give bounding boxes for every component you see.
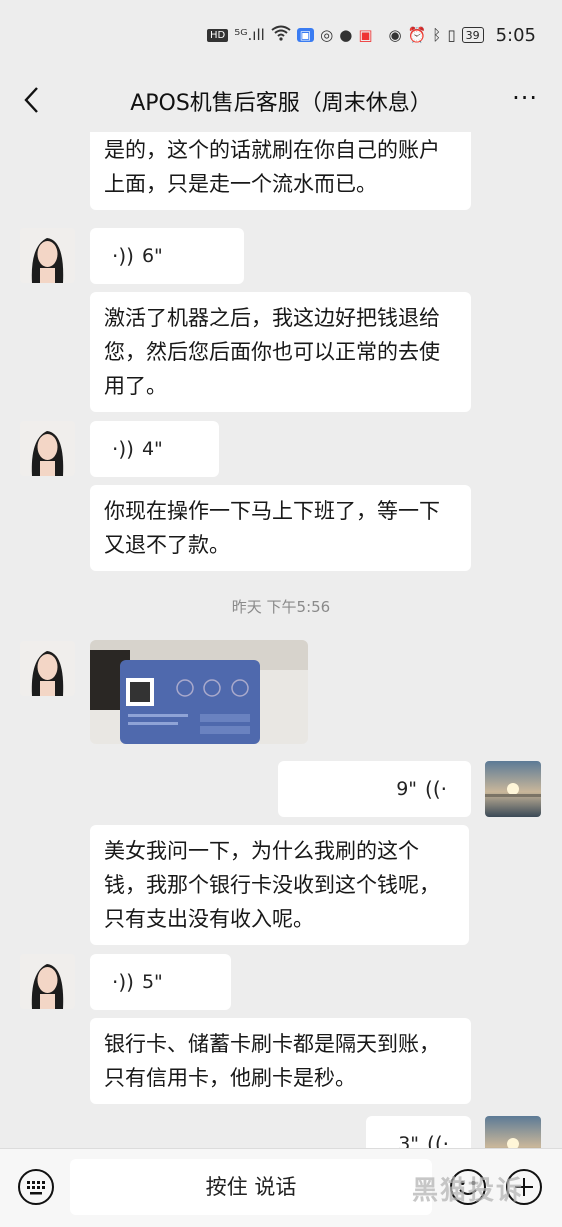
voice-wave-icon: ((· — [425, 777, 447, 801]
watermark-logo: 黑猫投诉 — [412, 1176, 525, 1206]
image-message[interactable] — [90, 640, 308, 744]
voice-wave-icon: ((· — [427, 1132, 449, 1148]
voice-wave-icon: ·)) — [112, 970, 134, 994]
message-bubble[interactable]: 是的，这个的话就刷在你自己的账户上面，只是走一个流水而已。 — [90, 132, 471, 210]
contact-avatar[interactable] — [20, 228, 75, 283]
message-bubble[interactable]: 银行卡、储蓄卡刷卡都是隔天到账，只有信用卡，他刷卡是秒。 — [90, 1018, 471, 1104]
bluetooth-icon: ᛒ — [432, 26, 442, 44]
vibrate-icon: ▯ — [447, 26, 456, 44]
hd-icon: HD — [206, 28, 229, 42]
eye-icon: ◉ — [388, 26, 402, 44]
voice-duration: 3" — [398, 1133, 420, 1148]
chat-notification-icon: ● — [339, 26, 353, 44]
contact-avatar[interactable] — [20, 954, 75, 1009]
my-avatar[interactable] — [485, 1116, 541, 1148]
keyboard-icon[interactable] — [17, 1168, 55, 1206]
voice-message[interactable]: ·)) 5" — [90, 954, 231, 1010]
wifi-icon — [271, 25, 291, 45]
back-icon[interactable] — [18, 82, 48, 118]
voice-duration: 4" — [141, 438, 163, 460]
battery-icon: 39 — [461, 27, 484, 43]
voice-wave-icon: ·)) — [112, 437, 134, 461]
voice-duration: 6" — [141, 245, 163, 267]
voice-duration: 9" — [396, 778, 418, 800]
voice-wave-icon: ·)) — [112, 244, 134, 268]
status-bar: HD ⁵ᴳ.ıll ▣ ◎ ● ▣ ◉ ⏰ ᛒ ▯ 39 5:05 — [0, 0, 562, 70]
message-timestamp: 昨天 下午5:56 — [231, 598, 331, 616]
more-icon[interactable]: ··· — [512, 84, 538, 112]
message-bubble[interactable]: 激活了机器之后，我这边好把钱退给您，然后您后面你也可以正常的去使用了。 — [90, 292, 471, 412]
my-voice-message[interactable]: 9" ((· — [278, 761, 471, 817]
voice-message[interactable]: ·)) 6" — [90, 228, 244, 284]
voice-message[interactable]: ·)) 4" — [90, 421, 219, 477]
app-badge-icon: ▣ — [358, 26, 373, 44]
alarm-icon: ⏰ — [407, 26, 427, 44]
clock: 5:05 — [495, 24, 536, 46]
message-bubble[interactable]: 你现在操作一下马上下班了，等一下又退不了款。 — [90, 485, 471, 571]
message-list[interactable]: 是的，这个的话就刷在你自己的账户上面，只是走一个流水而已。 ·)) 6" 激活了… — [0, 132, 562, 1148]
my-avatar[interactable] — [485, 761, 541, 817]
message-bubble[interactable]: 美女我问一下，为什么我刷的这个钱，我那个银行卡没收到这个钱呢，只有支出没有收入呢… — [90, 825, 469, 945]
notification-icon: ◎ — [320, 26, 334, 44]
hold-to-talk-button[interactable]: 按住 说话 — [70, 1159, 432, 1215]
contact-avatar[interactable] — [20, 421, 75, 476]
signal-icon: ⁵ᴳ.ıll — [234, 26, 265, 44]
chat-header: APOS机售后客服（周末休息） ··· — [0, 70, 562, 132]
my-voice-message[interactable]: 3" ((· — [366, 1116, 471, 1148]
voice-duration: 5" — [141, 971, 163, 993]
contact-avatar[interactable] — [20, 641, 75, 696]
chat-title: APOS机售后客服（周末休息） — [130, 91, 432, 116]
app-notification-icon: ▣ — [296, 28, 315, 42]
